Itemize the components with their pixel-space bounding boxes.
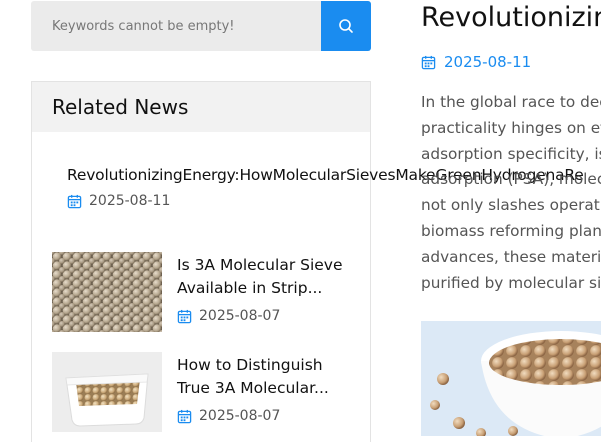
news-item-date: 2025-08-07 <box>177 308 357 324</box>
calendar-icon <box>421 55 436 69</box>
article-line: biomass reforming plants <box>421 221 601 240</box>
date-text: 2025-08-11 <box>89 193 171 209</box>
article-line: purified by molecular sieves <box>421 273 601 292</box>
news-item-title[interactable]: Is 3A Molecular Sieve Available in Strip… <box>177 254 357 300</box>
article-title: Revolutionizing Energy <box>421 2 601 33</box>
news-item-title[interactable]: How to Distinguish True 3A Molecular... <box>177 354 357 400</box>
date-text: 2025-08-07 <box>199 408 281 424</box>
article-line: not only slashes operating <box>421 196 601 215</box>
news-item-date: 2025-08-07 <box>177 408 357 424</box>
search-icon <box>339 19 353 33</box>
article-line: adsorption specificity, is <box>421 144 601 163</box>
search-bar <box>31 1 371 51</box>
related-news-panel: Related News RevolutionizingEnergy:HowMo… <box>31 81 584 442</box>
date-text: 2025-08-11 <box>444 53 532 71</box>
article-line: adsorption (PSA), molecular <box>421 170 601 189</box>
calendar-icon <box>177 409 192 423</box>
news-thumbnail-tray[interactable] <box>52 352 162 432</box>
news-item[interactable]: How to Distinguish True 3A Molecular... … <box>52 352 362 432</box>
calendar-icon <box>177 309 192 323</box>
date-text: 2025-08-07 <box>199 308 281 324</box>
article-date: 2025-08-11 <box>421 53 531 71</box>
search-input[interactable] <box>31 1 321 51</box>
calendar-icon <box>67 194 82 208</box>
article-line: advances, these materials <box>421 247 601 266</box>
article-column: Revolutionizing Energy 2025-08-11 In the… <box>421 0 601 436</box>
article-body: In the global race to decarbonize practi… <box>421 90 601 296</box>
article-line: practicality hinges on efficient <box>421 118 601 137</box>
news-item[interactable]: Is 3A Molecular Sieve Available in Strip… <box>52 252 362 332</box>
news-thumbnail-beads[interactable] <box>52 252 162 332</box>
article-line: In the global race to decarbonize <box>421 93 601 111</box>
article-image-beads <box>421 321 601 436</box>
search-button[interactable] <box>321 1 371 51</box>
related-news-heading: Related News <box>32 82 370 132</box>
